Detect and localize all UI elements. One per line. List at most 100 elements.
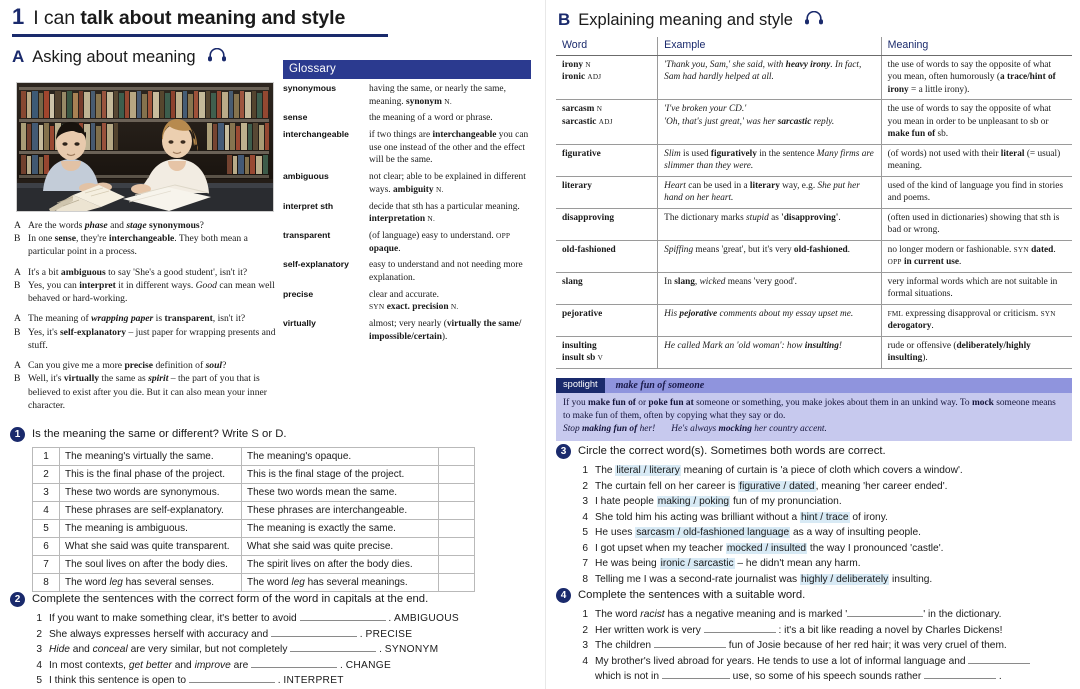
row-number: 7 [32,555,60,574]
answer-cell[interactable] [438,573,475,592]
item-text[interactable]: The literal / literary meaning of curtai… [595,463,1080,479]
table-row: 5 The meaning is ambiguous. The meaning is… [32,519,475,538]
list-item: 4 In most contexts, get better and improv… [32,658,540,674]
glossary-term: sense [283,112,308,123]
dialogue-speaker: B [14,326,21,338]
table-row: disapproving The dictionary marks stupid … [556,208,1072,241]
glossary-definition: the meaning of a word or phrase. [369,113,493,124]
sentence-right: These phrases are interchangeable. [241,501,439,520]
meaning-cell: the use of words to say the opposite of … [881,55,1072,101]
exercise-2: 2 Complete the sentences with the correc… [10,592,540,689]
unit-number: 1 [12,4,25,29]
dialogue-speaker: A [14,266,21,278]
item-number: 7 [582,558,588,569]
example-cell: His pejorative comments about my essay u… [657,304,882,337]
row-number: 6 [32,537,60,556]
unit-title: I can talk about meaning and style [33,7,345,29]
exercise-3-instruction: Circle the correct word(s). Sometimes bo… [578,445,886,457]
example-cell: In slang, wicked means 'very good'. [657,272,882,305]
answer-cell[interactable] [438,501,475,520]
item-number: 2 [582,624,588,636]
item-number: 1 [582,465,588,476]
example-cell: 'Thank you, Sam,' she said, with heavy i… [657,55,882,101]
exercise-1-heading: 1 Is the meaning the same or different? … [10,427,530,442]
sentence-left: These two words are synonymous. [59,483,242,502]
unit-heading: 1 I can talk about meaning and style [10,6,532,29]
dialogue-speaker: B [14,233,21,245]
exercise-3-items: 1 The literal / literary meaning of curta… [578,463,1080,587]
item-text[interactable]: I hate people making / poking fun of my … [595,494,1080,510]
word-cell: sarcasm Nsarcastic ADJ [556,99,659,145]
glossary-definition: not clear; able to be explained in diffe… [369,172,526,195]
glossary-term: synonymous [283,83,337,93]
item-text[interactable]: The word racist has a negative meaning a… [595,607,1080,623]
item-number: 2 [582,480,588,492]
exercise-4: 4 Complete the sentences with a suitable… [556,588,1080,685]
item-text[interactable]: She told him his acting was brilliant wi… [595,510,1080,526]
dialogue-examples: A Are the words phase and stage synonymou… [14,219,276,419]
sentence-left: The soul lives on after the body dies. [59,555,242,574]
glossary-term: interchangeable [283,129,349,140]
answer-cell[interactable] [438,519,475,538]
row-number: 3 [32,483,60,502]
table-row: figurative Slim is used figuratively in t… [556,144,1072,177]
row-number: 2 [32,465,60,484]
answer-cell[interactable] [438,537,475,556]
list-item: 3 Hide and conceal are very similar, but … [32,642,540,658]
dialogue-line: A The meaning of wrapping paper is transp… [14,312,276,325]
dialogue-text: Yes, you can interpret it in different w… [28,279,275,305]
answer-cell[interactable] [438,465,475,484]
right-column: B Explaining meaning and style Word Exam… [548,0,1080,689]
glossary-entry: interpret sth decide that sth has a parti… [283,201,531,226]
item-number: 3 [582,496,588,507]
answer-cell[interactable] [438,555,475,574]
item-text[interactable]: He was being ironic / sarcastic – he did… [595,556,1080,572]
glossary-entry: transparent (of language) easy to underst… [283,230,531,255]
glossary-box: Glossary synonymous having the same, or n… [283,60,531,343]
table-row: insulting insult sb V He called Mark an 'o… [556,336,1072,369]
item-text[interactable]: In most contexts, get better and improve… [49,658,540,674]
glossary-entry: synonymous having the same, or nearly the… [283,83,531,108]
sentence-left: The word leg has several senses. [59,573,242,592]
glossary-entries: synonymous having the same, or nearly the… [283,83,531,343]
exercise-2-items: 1 If you want to make something clear, it… [32,611,540,689]
spotlight-word: make fun of someone [615,379,705,391]
glossary-term: self-explanatory [283,259,349,270]
item-text[interactable]: If you want to make something clear, it'… [49,611,540,627]
section-b-heading: B Explaining meaning and style [556,10,1072,30]
item-number: 4 [582,511,588,523]
word-cell: insulting insult sb V [556,336,659,369]
exercise-3: 3 Circle the correct word(s). Sometimes … [556,444,1080,587]
answer-cell[interactable] [438,447,475,466]
table-row: 1 The meaning's virtually the same. The me… [32,447,475,466]
dialogue-text: Can you give me a more precise definitio… [28,360,227,372]
sentence-left: What she said was quite transparent. [59,537,242,556]
item-text[interactable]: The curtain fell on her career is figura… [595,479,1080,495]
item-text[interactable]: My brother's lived abroad for years. He … [595,654,1080,685]
item-text[interactable]: Her written work is very : it's a bit li… [595,623,1080,639]
table-row: 6 What she said was quite transparent. Wha… [32,537,475,556]
item-text[interactable]: He uses sarcasm / old-fashioned language… [595,525,1080,541]
item-text[interactable]: She always expresses herself with accura… [49,627,540,643]
item-text[interactable]: The children fun of Josie because of her… [595,638,1080,654]
meaning-cell: FML expressing disapproval or criticism.… [881,304,1072,337]
example-cell: 'I've broken your CD.' 'Oh, that's just g… [657,99,882,145]
meaning-cell: (often used in dictionaries) showing tha… [881,208,1072,241]
item-text[interactable]: I think this sentence is open to . INTER… [49,673,540,689]
dialogue-block: A The meaning of wrapping paper is transp… [14,312,276,352]
dialogue-text: Well, it's virtually the same as spirit … [28,373,267,411]
list-item: 1 If you want to make something clear, it… [32,611,540,627]
dialogue-line: B In one sense, they're interchangeable. … [14,232,276,258]
item-text[interactable]: Hide and conceal are very similar, but n… [49,642,540,658]
item-number: 5 [582,527,588,538]
item-number: 1 [36,613,42,624]
exercise-1: 1 Is the meaning the same or different? … [10,427,530,592]
list-item: 1 The word racist has a negative meaning … [578,607,1080,623]
word-cell: pejorative [556,304,659,337]
dialogue-line: A Are the words phase and stage synonymou… [14,219,276,232]
item-number: 3 [582,640,588,651]
item-text[interactable]: I got upset when my teacher mocked / ins… [595,541,1080,557]
item-number: 1 [582,609,588,620]
answer-cell[interactable] [438,483,475,502]
item-text[interactable]: Telling me I was a second-rate journalis… [595,572,1080,588]
